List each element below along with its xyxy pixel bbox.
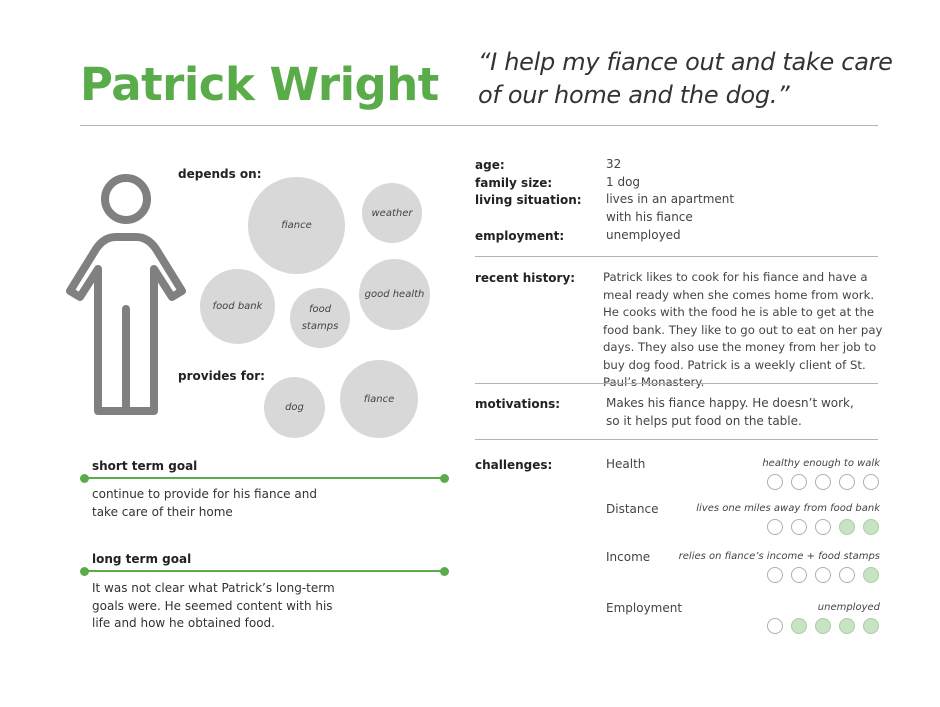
rating-dot-empty — [767, 618, 783, 634]
rating-dot-empty — [839, 474, 855, 490]
challenge-rating-employment — [767, 618, 879, 634]
challenge-note-health: healthy enough to walk — [762, 458, 880, 469]
challenge-note-income: relies on fiance’s income + food stamps — [678, 551, 880, 562]
rating-dot-empty — [791, 474, 807, 490]
long-term-goal-line — [85, 570, 444, 572]
short-term-goal-title: short term goal — [92, 459, 198, 473]
challenge-note-distance: lives one miles away from food bank — [696, 503, 880, 514]
rating-dot-filled — [863, 519, 879, 535]
challenge-note-employment: unemployed — [817, 602, 880, 613]
challenge-rating-income — [767, 567, 879, 583]
living-situation-value: lives in an apartment with his fiance — [606, 192, 735, 224]
details-divider — [475, 256, 878, 257]
age-label: age: — [475, 158, 505, 172]
recent-history-text: Patrick likes to cook for his fiance and… — [603, 270, 883, 389]
rating-dot-filled — [839, 618, 855, 634]
living-situation-label: living situation: — [475, 193, 582, 207]
long-term-goal-end-dot — [440, 567, 449, 576]
rating-dot-empty — [767, 567, 783, 583]
challenge-name-health: Health — [606, 457, 646, 471]
bubble-depends-weather: weather — [362, 183, 422, 243]
challenges-label: challenges: — [475, 458, 553, 472]
challenge-name-income: Income — [606, 550, 651, 564]
rating-dot-filled — [839, 519, 855, 535]
employment-label: employment: — [475, 229, 565, 243]
bubble-provides-dog: dog — [264, 377, 325, 438]
rating-dot-filled — [863, 567, 879, 583]
age-value: 32 — [606, 157, 622, 171]
depends-on-label: depends on: — [178, 167, 262, 181]
bubble-depends-good-health: good health — [359, 259, 430, 330]
rating-dot-empty — [839, 567, 855, 583]
rating-dot-empty — [767, 519, 783, 535]
rating-dot-filled — [791, 618, 807, 634]
rating-dot-empty — [815, 519, 831, 535]
bubble-depends-food-stamps: food stamps — [290, 288, 350, 348]
persona-name: Patrick Wright — [80, 58, 439, 111]
rating-dot-filled — [815, 618, 831, 634]
bubble-depends-fiance: fiance — [248, 177, 345, 274]
person-outline-icon — [66, 174, 186, 415]
challenge-rating-health — [767, 474, 879, 490]
short-term-goal-start-dot — [80, 474, 89, 483]
long-term-goal-title: long term goal — [92, 552, 192, 566]
motivations-divider — [475, 439, 878, 440]
rating-dot-empty — [791, 519, 807, 535]
motivations-label: motivations: — [475, 397, 561, 411]
short-term-goal-line — [85, 477, 444, 479]
short-term-goal-end-dot — [440, 474, 449, 483]
family-size-value: 1 dog — [606, 175, 641, 189]
bubble-provides-fiance: fiance — [340, 360, 418, 438]
provides-for-label: provides for: — [178, 369, 265, 383]
bubble-depends-food-bank: food bank — [200, 269, 275, 344]
challenge-rating-distance — [767, 519, 879, 535]
motivations-text: Makes his fiance happy. He doesn’t work,… — [606, 396, 854, 428]
rating-dot-filled — [863, 618, 879, 634]
challenge-name-employment: Employment — [606, 601, 683, 615]
long-term-goal-start-dot — [80, 567, 89, 576]
recent-history-label: recent history: — [475, 271, 576, 285]
rating-dot-empty — [791, 567, 807, 583]
challenge-name-distance: Distance — [606, 502, 659, 516]
rating-dot-empty — [767, 474, 783, 490]
recent-history-divider — [475, 383, 878, 384]
rating-dot-empty — [815, 567, 831, 583]
short-term-goal-text: continue to provide for his fiance and t… — [92, 487, 317, 519]
employment-value: unemployed — [606, 228, 681, 242]
family-size-label: family size: — [475, 176, 553, 190]
header-divider — [80, 125, 878, 126]
persona-quote: “I help my fiance out and take care of o… — [478, 48, 893, 109]
rating-dot-empty — [863, 474, 879, 490]
long-term-goal-text: It was not clear what Patrick’s long-ter… — [92, 581, 335, 630]
rating-dot-empty — [815, 474, 831, 490]
